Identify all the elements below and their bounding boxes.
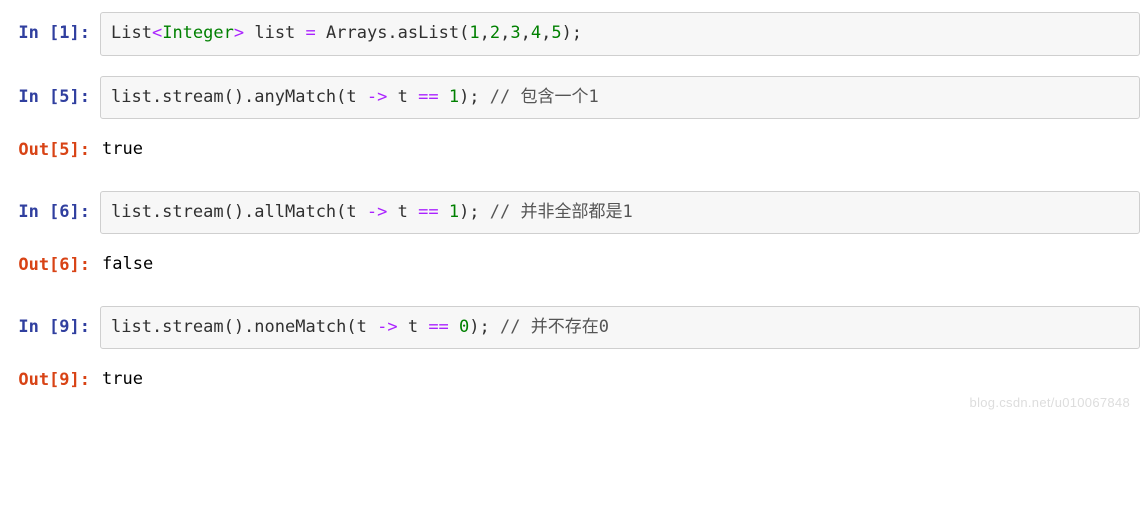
prompt-in-5: In [5]: bbox=[0, 76, 100, 111]
num-literal: 2 bbox=[490, 23, 500, 43]
code-space bbox=[449, 317, 459, 337]
num-literal: 5 bbox=[551, 23, 561, 43]
comment-text: // 包含一个1 bbox=[490, 87, 599, 107]
comma: , bbox=[500, 23, 510, 43]
code-token: ); bbox=[459, 87, 490, 107]
op-eqeq: == bbox=[418, 202, 438, 222]
code-token: list.stream().allMatch(t bbox=[111, 202, 367, 222]
comma: , bbox=[541, 23, 551, 43]
watermark-text: blog.csdn.net/u010067848 bbox=[970, 393, 1130, 413]
cell-in-1: In [1]: List<Integer> list = Arrays.asLi… bbox=[0, 12, 1140, 56]
type-integer: Integer bbox=[162, 23, 234, 43]
op-arrow: -> bbox=[367, 202, 387, 222]
code-input-6[interactable]: list.stream().allMatch(t -> t == 1); // … bbox=[100, 191, 1140, 235]
num-literal: 1 bbox=[449, 202, 459, 222]
num-literal: 3 bbox=[510, 23, 520, 43]
code-token: List bbox=[111, 23, 152, 43]
num-literal: 0 bbox=[459, 317, 469, 337]
output-6: false bbox=[100, 244, 1140, 286]
code-token: t bbox=[387, 202, 418, 222]
cell-out-6: Out[6]: false bbox=[0, 244, 1140, 286]
prompt-out-5: Out[5]: bbox=[0, 129, 100, 164]
num-literal: 4 bbox=[531, 23, 541, 43]
code-token: t bbox=[387, 87, 418, 107]
prompt-out-6: Out[6]: bbox=[0, 244, 100, 279]
cell-in-6: In [6]: list.stream().allMatch(t -> t ==… bbox=[0, 191, 1140, 235]
code-token: ); bbox=[469, 317, 500, 337]
cell-in-5: In [5]: list.stream().anyMatch(t -> t ==… bbox=[0, 76, 1140, 120]
code-token: t bbox=[398, 317, 429, 337]
code-input-9[interactable]: list.stream().noneMatch(t -> t == 0); //… bbox=[100, 306, 1140, 350]
num-literal: 1 bbox=[469, 23, 479, 43]
code-token: list.stream().noneMatch(t bbox=[111, 317, 377, 337]
cell-out-5: Out[5]: true bbox=[0, 129, 1140, 171]
code-space bbox=[439, 202, 449, 222]
prompt-in-6: In [6]: bbox=[0, 191, 100, 226]
op-arrow: -> bbox=[367, 87, 387, 107]
op-eqeq: == bbox=[418, 87, 438, 107]
num-literal: 1 bbox=[449, 87, 459, 107]
output-5: true bbox=[100, 129, 1140, 171]
code-token: Arrays.asList( bbox=[316, 23, 470, 43]
code-token: list.stream().anyMatch(t bbox=[111, 87, 367, 107]
comma: , bbox=[521, 23, 531, 43]
code-token: ); bbox=[459, 202, 490, 222]
code-token: ); bbox=[562, 23, 582, 43]
code-input-1[interactable]: List<Integer> list = Arrays.asList(1,2,3… bbox=[100, 12, 1140, 56]
comma: , bbox=[480, 23, 490, 43]
code-input-5[interactable]: list.stream().anyMatch(t -> t == 1); // … bbox=[100, 76, 1140, 120]
code-token: list bbox=[244, 23, 305, 43]
prompt-out-9: Out[9]: bbox=[0, 359, 100, 394]
comment-text: // 并不存在0 bbox=[500, 317, 609, 337]
op-gt: > bbox=[234, 23, 244, 43]
prompt-in-1: In [1]: bbox=[0, 12, 100, 47]
op-eqeq: == bbox=[428, 317, 448, 337]
comment-text: // 并非全部都是1 bbox=[490, 202, 633, 222]
op-eq: = bbox=[306, 23, 316, 43]
prompt-in-9: In [9]: bbox=[0, 306, 100, 341]
op-arrow: -> bbox=[377, 317, 397, 337]
op-lt: < bbox=[152, 23, 162, 43]
code-space bbox=[439, 87, 449, 107]
cell-in-9: In [9]: list.stream().noneMatch(t -> t =… bbox=[0, 306, 1140, 350]
